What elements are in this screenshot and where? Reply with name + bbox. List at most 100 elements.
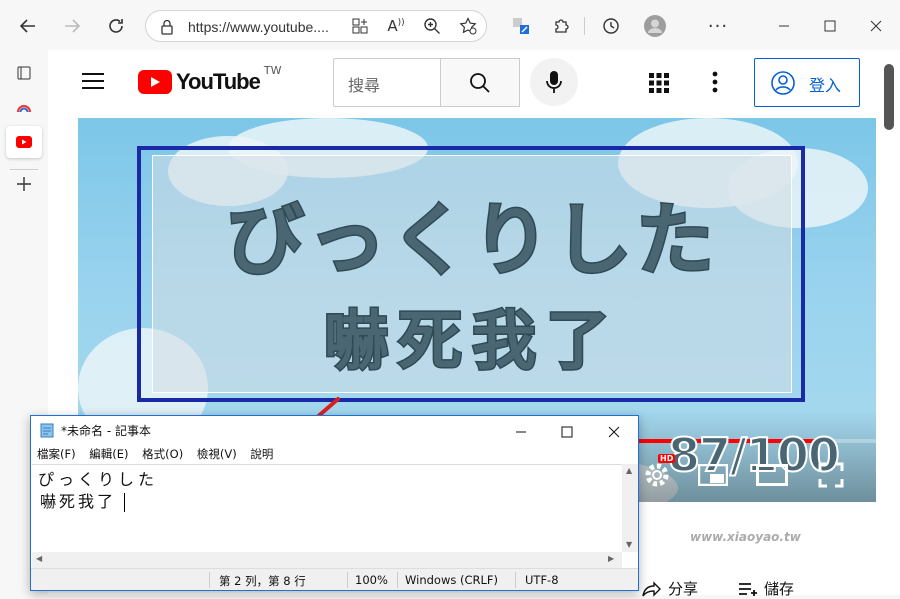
account-icon — [771, 71, 795, 95]
close-icon — [608, 426, 620, 438]
zoom-button[interactable] — [416, 10, 448, 42]
tab-actions-button[interactable] — [8, 57, 40, 89]
maximize-icon — [824, 20, 836, 32]
search-button[interactable] — [440, 58, 520, 107]
notepad-minimize-button[interactable] — [515, 423, 527, 442]
settings-more-button[interactable]: ··· — [702, 10, 734, 42]
youtube-header: YouTube TW 搜尋 登入 — [48, 50, 900, 116]
watermark-site: www.xiaoyao.tw — [690, 530, 801, 544]
status-eol: Windows (CRLF) — [405, 573, 499, 587]
menu-help[interactable]: 說明 — [250, 447, 273, 461]
text-line-2: 嚇死我了 — [40, 492, 117, 511]
extension-app-icon — [513, 18, 529, 34]
fullscreen-icon — [818, 462, 844, 488]
menu-format[interactable]: 格式(O) — [142, 447, 183, 461]
more-horizontal-icon: ··· — [707, 15, 729, 37]
sign-in-label: 登入 — [809, 76, 842, 95]
minimize-icon — [779, 25, 789, 27]
extension-button[interactable] — [505, 10, 537, 42]
puzzle-icon — [555, 19, 569, 33]
sign-in-button[interactable]: 登入 — [754, 58, 860, 107]
playlist-add-icon — [739, 582, 757, 596]
forward-button[interactable] — [56, 10, 88, 42]
tab-youtube[interactable] — [6, 126, 42, 158]
fullscreen-button[interactable] — [818, 462, 844, 492]
extensions-button[interactable] — [546, 10, 578, 42]
save-label: 儲存 — [764, 580, 795, 598]
grid-icon — [649, 73, 669, 93]
miniplayer-button[interactable] — [697, 463, 729, 490]
settings-gear-button[interactable]: HD — [644, 454, 676, 492]
text-line-1: ぴっくりした — [38, 470, 159, 489]
notepad-statusbar: 第 2 列，第 8 行 100% Windows (CRLF) UTF-8 — [31, 568, 638, 590]
tabs-icon — [17, 66, 31, 80]
notepad-title: *未命名 - 記事本 — [61, 424, 151, 438]
maximize-button[interactable] — [814, 10, 846, 42]
browser-toolbar: https://www.youtube.... A)) ··· — [0, 0, 900, 50]
theater-mode-button[interactable] — [756, 464, 788, 490]
toolbar-divider — [584, 17, 585, 35]
notepad-menubar: 檔案(F) 編輯(E) 格式(O) 檢視(V) 說明 — [37, 446, 283, 462]
notepad-maximize-button[interactable] — [561, 423, 573, 442]
notepad-titlebar[interactable]: *未命名 - 記事本 — [31, 416, 638, 444]
scroll-up-icon[interactable]: ▲ — [626, 466, 632, 475]
status-zoom: 100% — [355, 573, 388, 587]
region-code: TW — [263, 64, 282, 77]
save-button[interactable]: 儲存 — [738, 578, 794, 599]
new-tab-button[interactable] — [8, 168, 40, 200]
vertical-scrollbar[interactable]: ▲ ▼ — [622, 464, 638, 552]
history-button[interactable] — [595, 10, 627, 42]
youtube-logo[interactable]: YouTube TW — [138, 64, 281, 94]
app-available-button[interactable] — [344, 10, 376, 42]
read-aloud-button[interactable]: A)) — [380, 10, 412, 42]
theater-icon — [756, 464, 788, 486]
menu-edit[interactable]: 編輯(E) — [89, 447, 128, 461]
hd-badge: HD — [658, 454, 676, 463]
scroll-left-icon[interactable]: ◀ — [36, 554, 42, 563]
search-placeholder: 搜尋 — [348, 76, 381, 95]
notepad-app-icon — [40, 423, 54, 438]
menu-view[interactable]: 檢視(V) — [197, 447, 237, 461]
maximize-icon — [561, 426, 573, 438]
settings-button[interactable] — [712, 71, 718, 97]
text-cursor — [124, 493, 125, 512]
share-arrow-icon — [642, 580, 661, 597]
lock-icon — [161, 19, 173, 35]
hamburger-menu-button[interactable] — [82, 72, 104, 90]
share-label: 分享 — [668, 580, 699, 598]
arrow-right-icon — [65, 19, 81, 33]
share-button[interactable]: 分享 — [642, 578, 698, 599]
notepad-close-button[interactable] — [608, 423, 620, 442]
menu-file[interactable]: 檔案(F) — [37, 447, 76, 461]
scroll-down-icon[interactable]: ▼ — [626, 540, 632, 549]
tab-other[interactable] — [8, 92, 40, 124]
notepad-text-area[interactable]: ぴっくりした 嚇死我了 — [32, 464, 622, 552]
profile-button[interactable] — [639, 10, 671, 42]
add-favorite-button[interactable] — [452, 10, 484, 42]
apps-button[interactable] — [648, 72, 670, 98]
plus-icon — [17, 177, 31, 191]
notepad-window: *未命名 - 記事本 檔案(F) 編輯(E) 格式(O) 檢視(V) 說明 ぴっ… — [30, 415, 639, 591]
url-text: https://www.youtube.... — [188, 19, 329, 35]
caption-box: びっくりした 嚇死我了 — [152, 155, 792, 393]
page-scrollbar-thumb[interactable] — [884, 64, 894, 130]
read-aloud-icon: A)) — [387, 17, 405, 35]
gear-icon — [645, 463, 669, 487]
search-input[interactable]: 搜尋 — [333, 58, 440, 107]
more-vertical-icon — [712, 71, 718, 93]
microphone-icon — [546, 71, 562, 93]
youtube-wordmark: YouTube — [176, 69, 261, 94]
menu-icon — [82, 73, 104, 89]
status-position: 第 2 列，第 8 行 — [219, 574, 306, 588]
arrow-left-icon — [19, 19, 35, 33]
voice-search-button[interactable] — [530, 58, 578, 106]
zoom-in-icon — [424, 18, 440, 34]
scroll-right-icon[interactable]: ▶ — [608, 554, 614, 563]
back-button[interactable] — [12, 10, 44, 42]
caption-japanese: びっくりした — [224, 195, 718, 288]
minimize-button[interactable] — [768, 10, 800, 42]
refresh-button[interactable] — [100, 10, 132, 42]
watermark: www.xiaoyao.tw — [690, 530, 801, 544]
horizontal-scrollbar[interactable]: ◀ ▶ — [32, 552, 622, 568]
close-window-button[interactable] — [860, 10, 892, 42]
